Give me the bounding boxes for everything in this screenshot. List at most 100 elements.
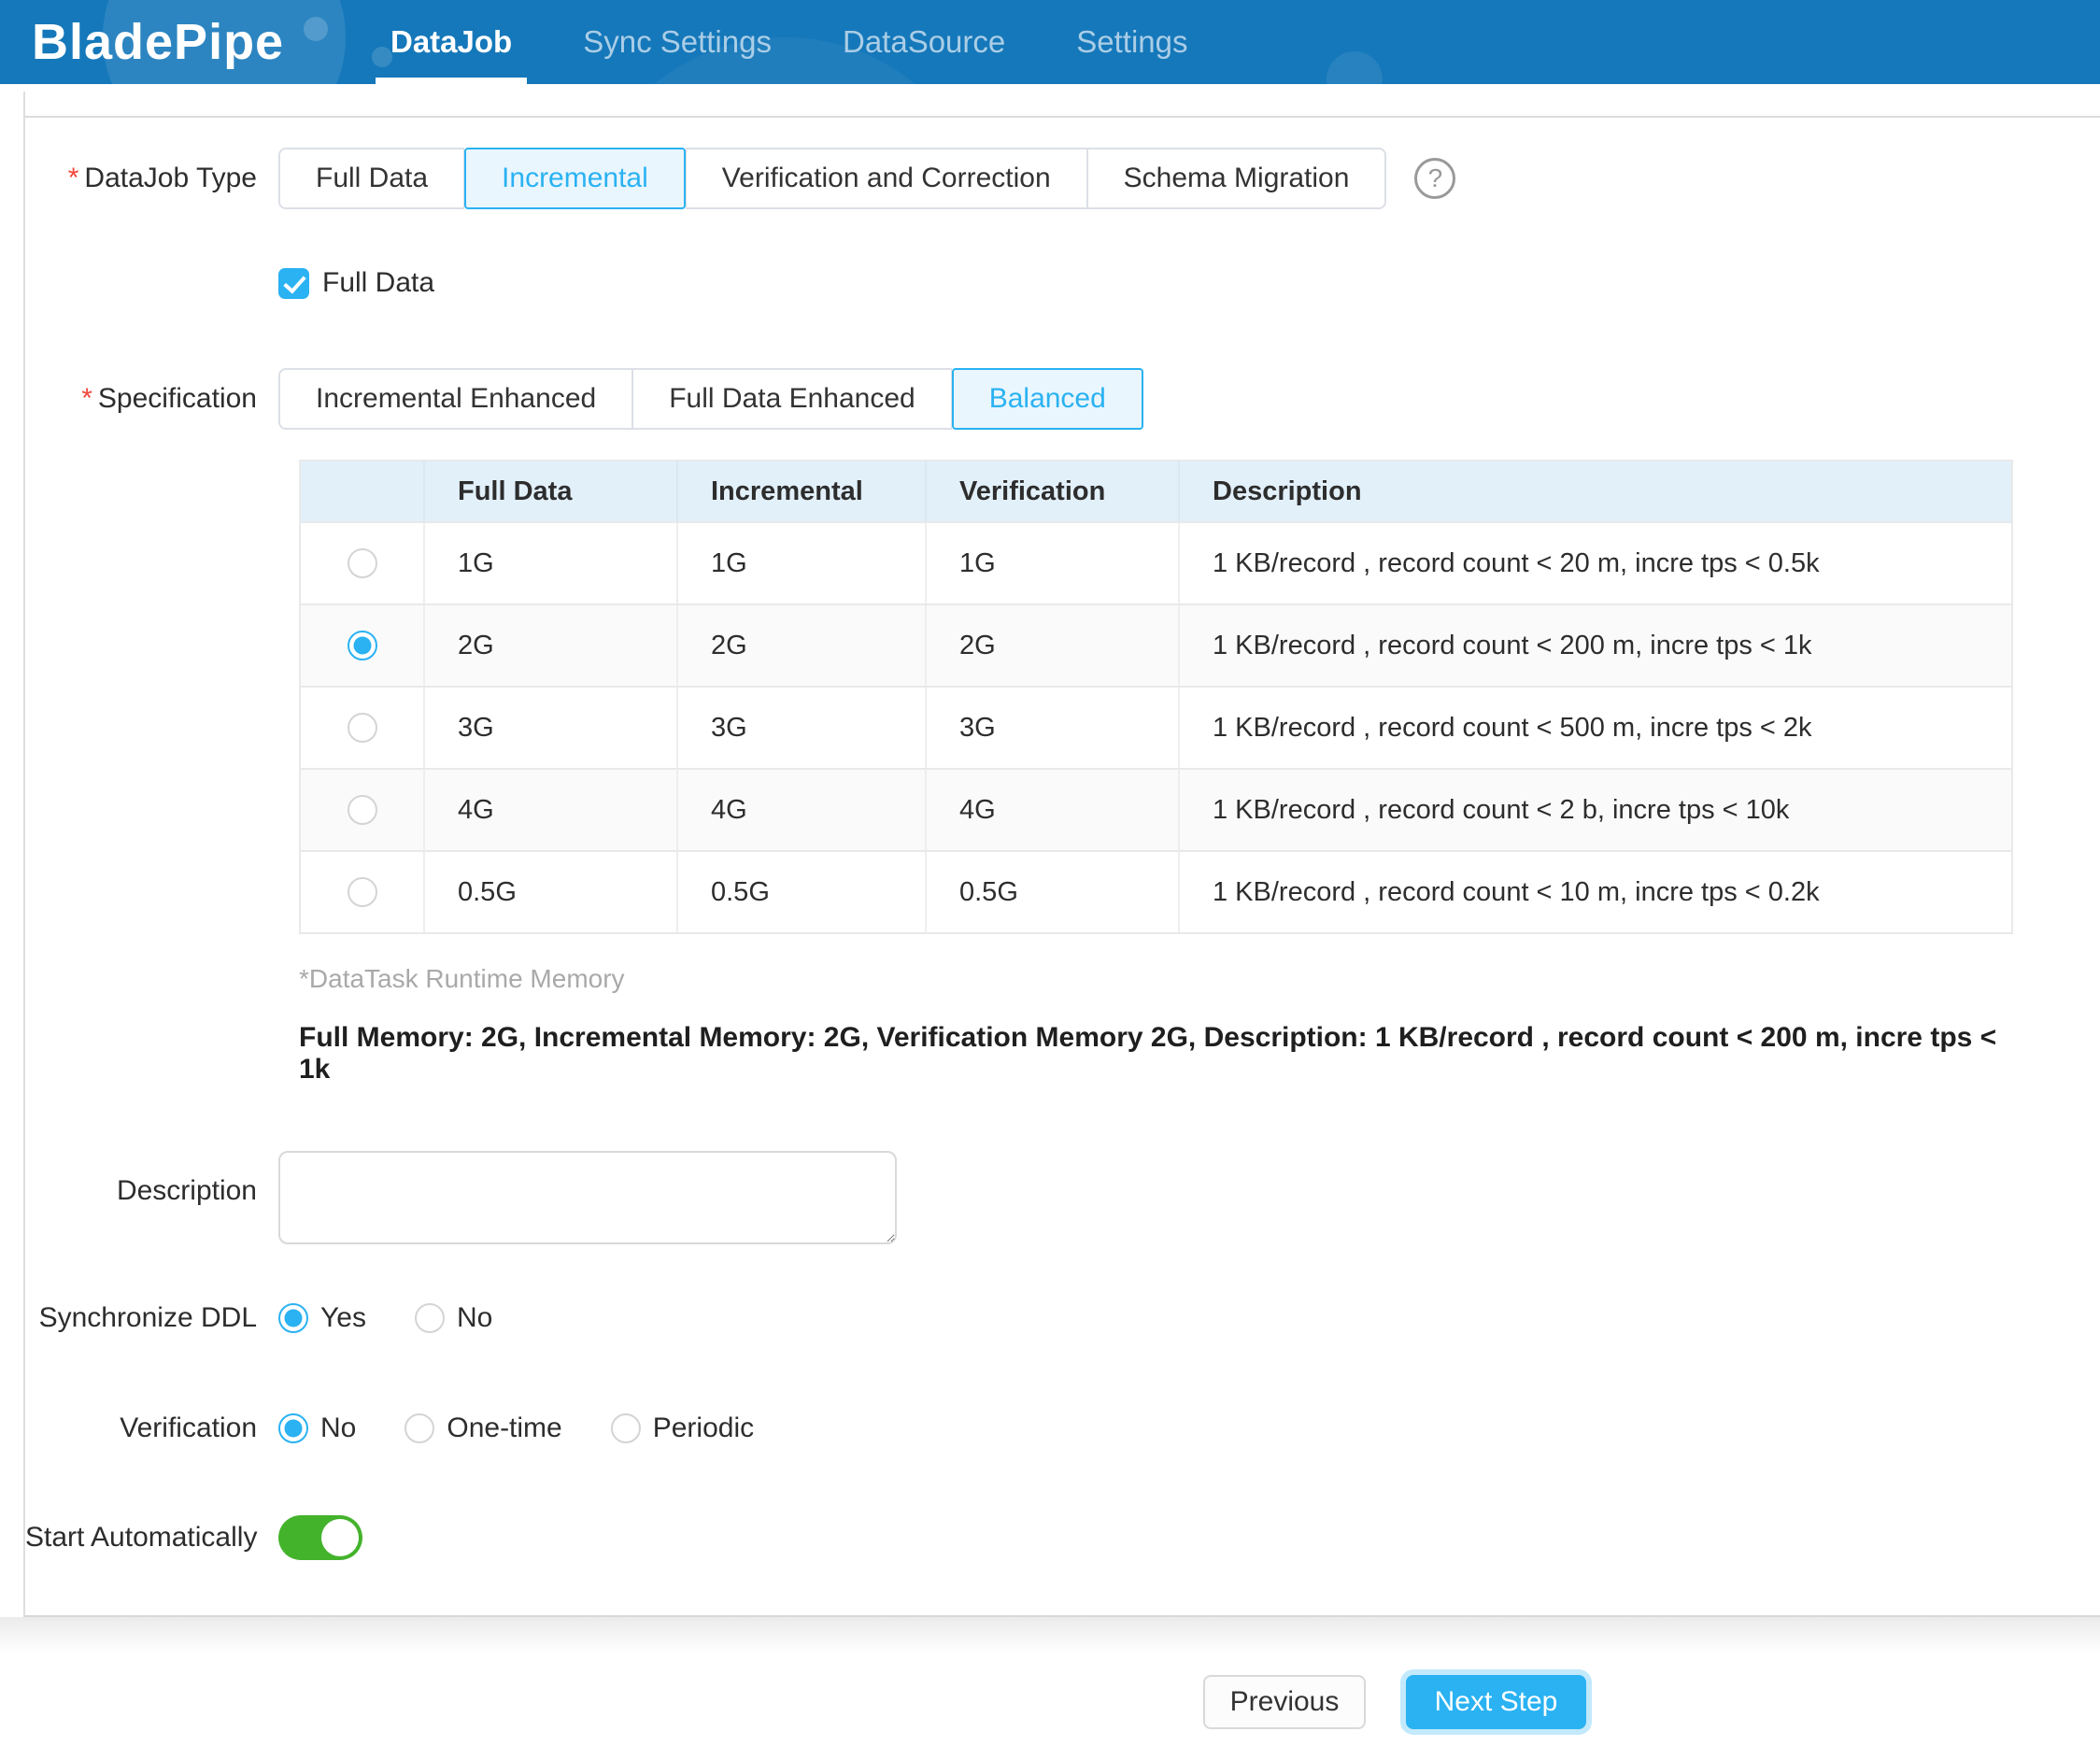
description-textarea[interactable] [278,1151,897,1244]
bladepipe-logo: BladePipe [32,13,361,71]
table-cell: 2G [678,605,927,686]
datajob-type-button-group: Full DataIncrementalVerification and Cor… [278,148,1386,209]
datajob-type-option-incremental[interactable]: Incremental [464,148,686,209]
table-radio-cell [301,688,425,768]
toggle-knob [321,1519,359,1556]
datajob-type-option-full-data[interactable]: Full Data [278,148,464,209]
start-automatically-row: Start Automatically [25,1515,2100,1560]
table-cell: 1G [927,523,1180,603]
table-cell: 4G [927,770,1180,850]
description-row: Description [25,1151,2100,1244]
table-cell: 2G [425,605,678,686]
selected-spec-summary: Full Memory: 2G, Incremental Memory: 2G,… [299,1022,2013,1086]
table-cell: 4G [425,770,678,850]
datajob-type-option-verification-and-correction[interactable]: Verification and Correction [686,148,1087,209]
table-cell: 2G [927,605,1180,686]
table-radio-cell [301,605,425,686]
main-nav: DataJob Sync Settings DataSource Settings [390,0,1259,84]
required-asterisk: * [68,163,79,193]
help-icon[interactable]: ? [1414,158,1455,199]
full-data-checkbox-label: Full Data [322,267,434,299]
full-data-checkbox[interactable] [278,268,309,299]
synchronize-ddl-option-yes[interactable]: Yes [278,1302,366,1334]
required-asterisk: * [81,383,92,414]
datajob-type-option-schema-migration[interactable]: Schema Migration [1087,148,1387,209]
verification-radio-no[interactable] [278,1413,308,1443]
verification-radio-periodic[interactable] [611,1413,641,1443]
footer-actions: Previous Next Step [1203,1675,2100,1729]
previous-button[interactable]: Previous [1203,1675,1366,1729]
table-cell: 1 KB/record , record count < 2 b, incre … [1180,770,2011,850]
table-row-3g: 3G3G3G1 KB/record , record count < 500 m… [301,688,2011,770]
table-row-4g: 4G4G4G1 KB/record , record count < 2 b, … [301,770,2011,852]
specification-option-full-data-enhanced[interactable]: Full Data Enhanced [632,368,952,430]
datajob-form-card: *DataJob Type Full DataIncrementalVerifi… [23,92,2100,1617]
table-cell: 0.5G [678,852,927,932]
table-row-1g: 1G1G1G1 KB/record , record count < 20 m,… [301,523,2011,605]
table-radio-cell [301,852,425,932]
specification-row: *Specification Incremental EnhancedFull … [25,368,2100,430]
table-radio-cell [301,770,425,850]
table-cell: 4G [678,770,927,850]
datatask-runtime-memory-note: *DataTask Runtime Memory [299,964,2100,994]
synchronize-ddl-radio-no[interactable] [415,1303,445,1333]
table-radio-cell [301,523,425,603]
table-row-0-5g: 0.5G0.5G0.5G1 KB/record , record count <… [301,852,2011,934]
synchronize-ddl-label-yes: Yes [320,1302,366,1334]
synchronize-ddl-row: Synchronize DDL YesNo [25,1302,2100,1334]
start-automatically-label: Start Automatically [25,1522,257,1554]
synchronize-ddl-option-no[interactable]: No [415,1302,492,1334]
table-header-full-data: Full Data [425,461,678,521]
verification-label-no: No [320,1412,356,1444]
table-cell: 1 KB/record , record count < 200 m, incr… [1180,605,2011,686]
table-cell: 3G [927,688,1180,768]
verification-option-no[interactable]: No [278,1412,356,1444]
specification-option-balanced[interactable]: Balanced [952,368,1143,430]
spec-row-radio-2g[interactable] [348,631,377,660]
table-cell: 1 KB/record , record count < 500 m, incr… [1180,688,2011,768]
table-cell: 0.5G [425,852,678,932]
nav-tab-settings[interactable]: Settings [1076,0,1187,84]
spec-row-radio-4g[interactable] [348,795,377,825]
verification-label: Verification [25,1412,257,1444]
verification-option-periodic[interactable]: Periodic [611,1412,754,1444]
synchronize-ddl-label-no: No [457,1302,492,1334]
next-step-button[interactable]: Next Step [1406,1675,1586,1729]
verification-option-one-time[interactable]: One-time [404,1412,561,1444]
table-cell: 0.5G [927,852,1180,932]
verification-radio-one-time[interactable] [404,1413,434,1443]
decor-bubble [372,47,392,67]
nav-tab-sync-settings[interactable]: Sync Settings [583,0,772,84]
specification-table: Full DataIncrementalVerificationDescript… [299,460,2013,934]
nav-tab-datajob[interactable]: DataJob [390,0,512,84]
decor-bubble [1327,51,1383,84]
table-cell: 3G [425,688,678,768]
synchronize-ddl-radio-yes[interactable] [278,1303,308,1333]
specification-label: *Specification [25,383,257,415]
table-cell: 1 KB/record , record count < 20 m, incre… [1180,523,2011,603]
table-cell: 1G [425,523,678,603]
start-automatically-toggle[interactable] [278,1515,362,1560]
table-cell: 1 KB/record , record count < 10 m, incre… [1180,852,2011,932]
table-header-description: Description [1180,461,2011,521]
verification-label-periodic: Periodic [653,1412,754,1444]
spec-row-radio-0-5g[interactable] [348,877,377,907]
datajob-type-row: *DataJob Type Full DataIncrementalVerifi… [25,148,2100,209]
card-top-divider [25,92,2100,118]
table-header-row: Full DataIncrementalVerificationDescript… [301,461,2011,523]
verification-label-one-time: One-time [447,1412,561,1444]
specification-button-group: Incremental EnhancedFull Data EnhancedBa… [278,368,1143,430]
description-label: Description [25,1151,257,1207]
table-header-radio [301,461,425,521]
table-row-2g: 2G2G2G1 KB/record , record count < 200 m… [301,605,2011,688]
datajob-type-label: *DataJob Type [25,163,257,194]
specification-option-incremental-enhanced[interactable]: Incremental Enhanced [278,368,632,430]
table-header-verification: Verification [927,461,1180,521]
spec-row-radio-3g[interactable] [348,713,377,743]
spec-row-radio-1g[interactable] [348,548,377,578]
card-shadow-fade [0,1617,2100,1653]
nav-tab-datasource[interactable]: DataSource [843,0,1005,84]
top-navbar: BladePipe DataJob Sync Settings DataSource… [0,0,2100,84]
verification-row: Verification No One-time Periodic [25,1412,2100,1444]
active-tab-underline [376,78,527,84]
